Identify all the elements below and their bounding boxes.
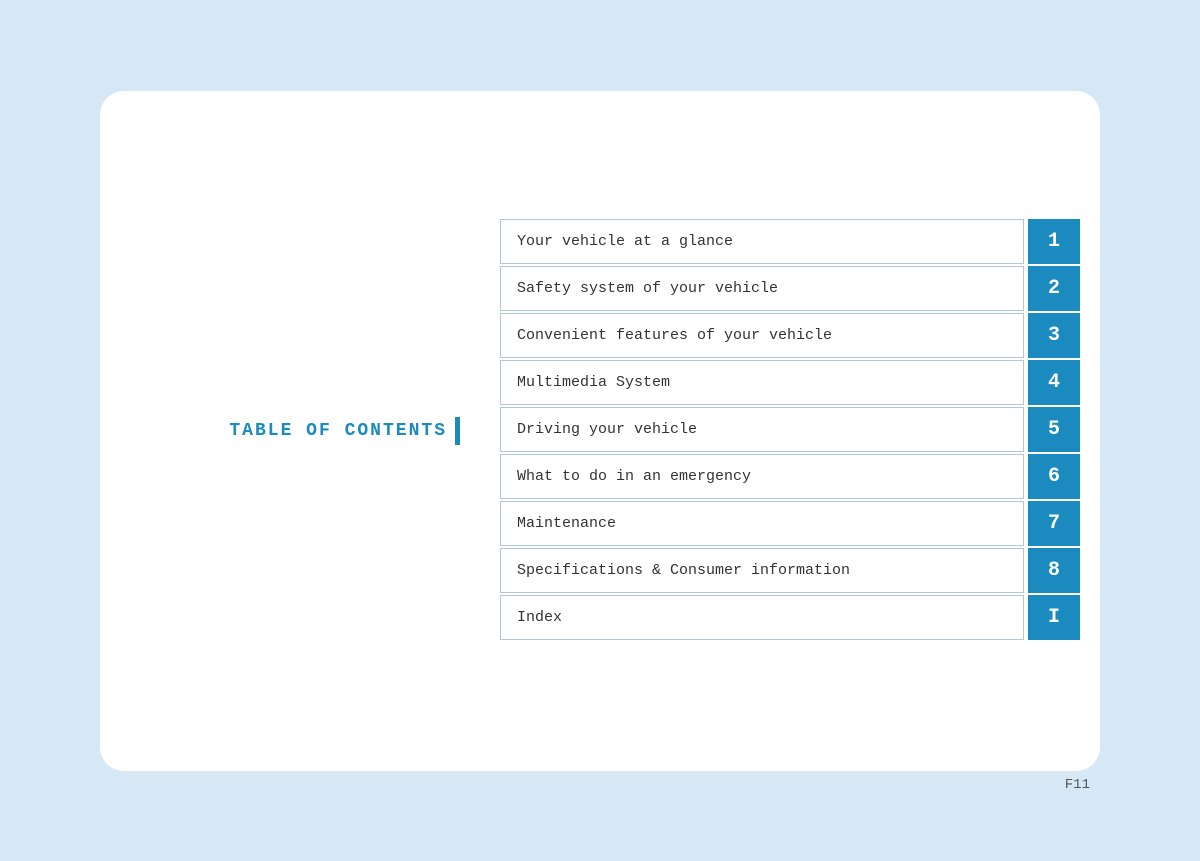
toc-row[interactable]: Driving your vehicle5 — [500, 407, 1080, 452]
toc-row-number: 6 — [1028, 454, 1080, 499]
toc-heading: TABLE OF CONTENTS — [229, 417, 460, 445]
toc-row-label: Driving your vehicle — [500, 407, 1024, 452]
toc-row-label: Safety system of your vehicle — [500, 266, 1024, 311]
toc-row[interactable]: Safety system of your vehicle2 — [500, 266, 1080, 311]
toc-row[interactable]: IndexI — [500, 595, 1080, 640]
toc-row[interactable]: Specifications & Consumer information8 — [500, 548, 1080, 593]
toc-row[interactable]: Convenient features of your vehicle3 — [500, 313, 1080, 358]
toc-row-number: 2 — [1028, 266, 1080, 311]
right-panel: Your vehicle at a glance1Safety system o… — [500, 91, 1100, 771]
toc-row-label: Multimedia System — [500, 360, 1024, 405]
toc-row[interactable]: Your vehicle at a glance1 — [500, 219, 1080, 264]
page-footer: F11 — [1065, 777, 1090, 793]
page-container: TABLE OF CONTENTS Your vehicle at a glan… — [50, 51, 1150, 811]
toc-row[interactable]: Maintenance7 — [500, 501, 1080, 546]
toc-row-label: What to do in an emergency — [500, 454, 1024, 499]
toc-row-number: 1 — [1028, 219, 1080, 264]
toc-title: TABLE OF CONTENTS — [229, 421, 447, 441]
toc-row-label: Your vehicle at a glance — [500, 219, 1024, 264]
toc-row[interactable]: What to do in an emergency6 — [500, 454, 1080, 499]
toc-row-number: 8 — [1028, 548, 1080, 593]
toc-row-label: Convenient features of your vehicle — [500, 313, 1024, 358]
toc-row-label: Index — [500, 595, 1024, 640]
toc-row-label: Maintenance — [500, 501, 1024, 546]
left-panel: TABLE OF CONTENTS — [100, 91, 500, 771]
toc-row-number: 5 — [1028, 407, 1080, 452]
toc-row-number: I — [1028, 595, 1080, 640]
toc-row-label: Specifications & Consumer information — [500, 548, 1024, 593]
white-card: TABLE OF CONTENTS Your vehicle at a glan… — [100, 91, 1100, 771]
toc-row-number: 3 — [1028, 313, 1080, 358]
toc-row-number: 4 — [1028, 360, 1080, 405]
toc-row[interactable]: Multimedia System4 — [500, 360, 1080, 405]
toc-row-number: 7 — [1028, 501, 1080, 546]
toc-bar — [455, 417, 460, 445]
